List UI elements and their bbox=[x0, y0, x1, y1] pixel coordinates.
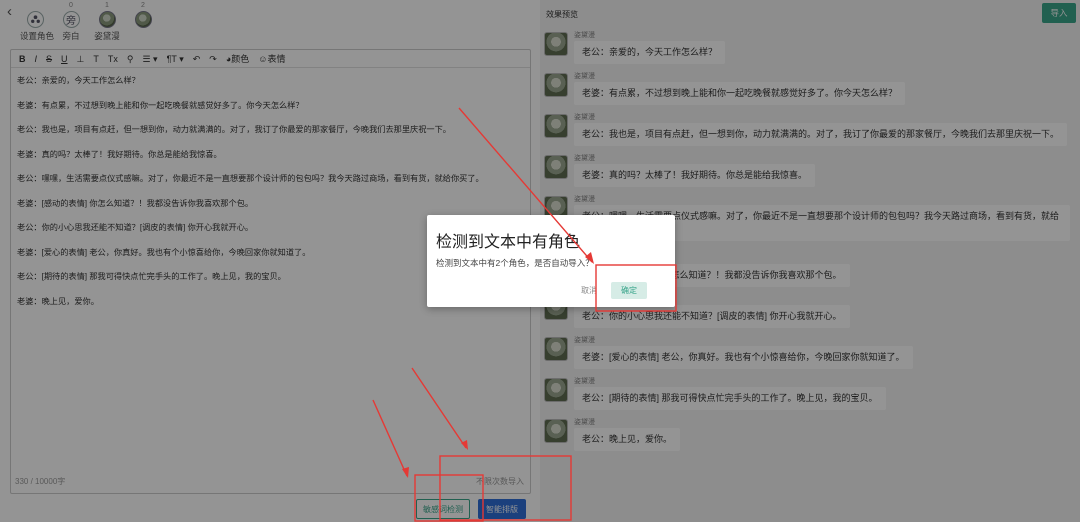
annotation-box bbox=[439, 455, 572, 521]
annotation-arrow bbox=[411, 367, 467, 449]
annotation-box bbox=[414, 474, 484, 522]
annotation-layer bbox=[372, 107, 677, 522]
annotation-arrow bbox=[372, 399, 408, 477]
annotation-arrow bbox=[458, 107, 593, 263]
annotation-arrowhead bbox=[585, 252, 594, 264]
annotation-box bbox=[595, 264, 677, 312]
